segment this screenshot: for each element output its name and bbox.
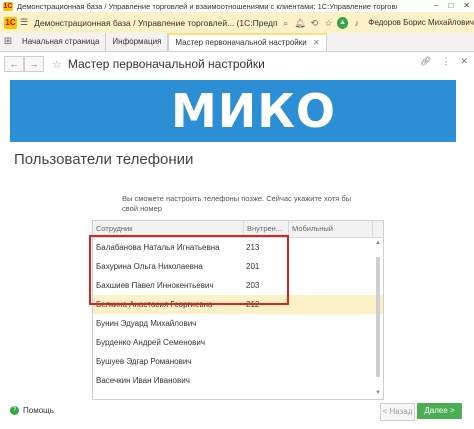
column-mobile[interactable]: Мобильный	[289, 221, 373, 237]
history-icon[interactable]: ⟲	[309, 17, 320, 29]
tab-home[interactable]: Начальная страница	[16, 33, 107, 51]
close-window-button[interactable]: ✕	[463, 0, 470, 12]
table-row[interactable]: Васечкин Иван Иванович	[93, 371, 383, 390]
extension-cell[interactable]	[243, 314, 287, 333]
employee-cell[interactable]: Васечкин Иван Иванович	[93, 371, 243, 390]
employee-cell[interactable]: Бунин Эдуард Михайлович	[93, 314, 243, 333]
tab-bar: ⊞ Начальная страница Информация Мастер п…	[0, 33, 474, 52]
extension-cell[interactable]	[243, 352, 287, 371]
mobile-cell[interactable]	[287, 352, 370, 371]
forward-arrow-button[interactable]: →	[24, 56, 44, 72]
table-row[interactable]: Бунин Эдуард Михайлович	[93, 314, 383, 333]
scroll-thumb[interactable]	[376, 257, 380, 377]
mobile-cell[interactable]	[287, 371, 370, 390]
conversation-icon[interactable]: ▲	[337, 16, 349, 29]
back-arrow-button[interactable]: ←	[4, 56, 24, 72]
mobile-cell[interactable]	[287, 314, 370, 333]
miko-banner: МИКО	[10, 80, 456, 142]
form-toolbar: ← → ☆ Мастер первоначальной настройки 🔗︎…	[0, 52, 474, 76]
back-button[interactable]: < Назад	[380, 403, 415, 421]
miko-logo: МИКО	[171, 84, 336, 138]
scroll-up-icon[interactable]: ▲	[375, 240, 381, 246]
next-button[interactable]: Далее >	[417, 403, 462, 419]
mobile-cell[interactable]	[287, 333, 370, 352]
current-user[interactable]: Федоров Борис Михайлович	[368, 18, 474, 27]
window-controls: – □ ✕	[434, 0, 470, 12]
help-icon: ?	[10, 406, 19, 415]
search-icon[interactable]: ⌕	[280, 17, 291, 29]
employee-cell[interactable]: Бурденко Андрей Семенович	[93, 333, 243, 352]
bell-icon[interactable]: ♪	[351, 17, 362, 29]
window-title: Демонстрационная база / Управление торго…	[17, 1, 397, 11]
close-tab-icon[interactable]: ✕	[313, 38, 320, 47]
table-row[interactable]: Бурденко Андрей Семенович	[93, 333, 383, 352]
form-actions: 🔗︎ ⋮ ✕	[420, 56, 468, 67]
app-title: Демонстрационная база / Управление торго…	[34, 17, 278, 28]
mobile-cell[interactable]	[287, 295, 370, 314]
employee-cell[interactable]: Бушуев Эдгар Романович	[93, 352, 243, 371]
table-scrollbar[interactable]: ▲ ▼	[375, 238, 381, 396]
hint-text: Вы сможете настроить телефоны позже. Сей…	[122, 194, 351, 213]
mobile-cell[interactable]	[287, 238, 370, 257]
notifications-icon[interactable]: 🔔︎	[294, 17, 305, 29]
link-icon[interactable]: 🔗︎	[420, 56, 431, 67]
app-logo-icon: 1С	[3, 1, 13, 11]
minimize-button[interactable]: –	[434, 0, 438, 12]
favorite-star-icon[interactable]: ☆	[52, 58, 62, 71]
favorites-icon[interactable]: ☆	[323, 17, 334, 29]
maximize-button[interactable]: □	[448, 0, 453, 12]
page-title: Пользователи телефонии	[14, 151, 194, 168]
extension-cell[interactable]	[243, 333, 287, 352]
tab-label: Начальная страница	[22, 37, 100, 46]
mobile-cell[interactable]	[287, 257, 370, 276]
table-row[interactable]: Бушуев Эдгар Романович	[93, 352, 383, 371]
app-header: 1С ☰ Демонстрационная база / Управление …	[0, 12, 474, 34]
apps-grid-icon[interactable]: ⊞	[0, 33, 16, 51]
extension-cell[interactable]	[243, 371, 287, 390]
platform-logo-icon: 1С	[4, 16, 17, 29]
more-icon[interactable]: ⋮	[441, 56, 450, 67]
help-link[interactable]: ? Помощь	[10, 406, 54, 415]
help-label: Помощь	[23, 406, 54, 415]
form-title: Мастер первоначальной настройки	[67, 57, 265, 71]
main-menu-icon[interactable]: ☰	[20, 17, 28, 28]
tab-label: Мастер первоначальной настройки	[175, 38, 307, 47]
mobile-cell[interactable]	[287, 276, 370, 295]
scroll-down-icon[interactable]: ▼	[375, 390, 381, 396]
tab-info[interactable]: Информация	[106, 33, 169, 51]
highlight-frame	[89, 235, 289, 305]
close-form-icon[interactable]: ✕	[460, 56, 468, 67]
tab-label: Информация	[112, 37, 162, 46]
tab-setup-wizard[interactable]: Мастер первоначальной настройки ✕	[168, 33, 327, 51]
